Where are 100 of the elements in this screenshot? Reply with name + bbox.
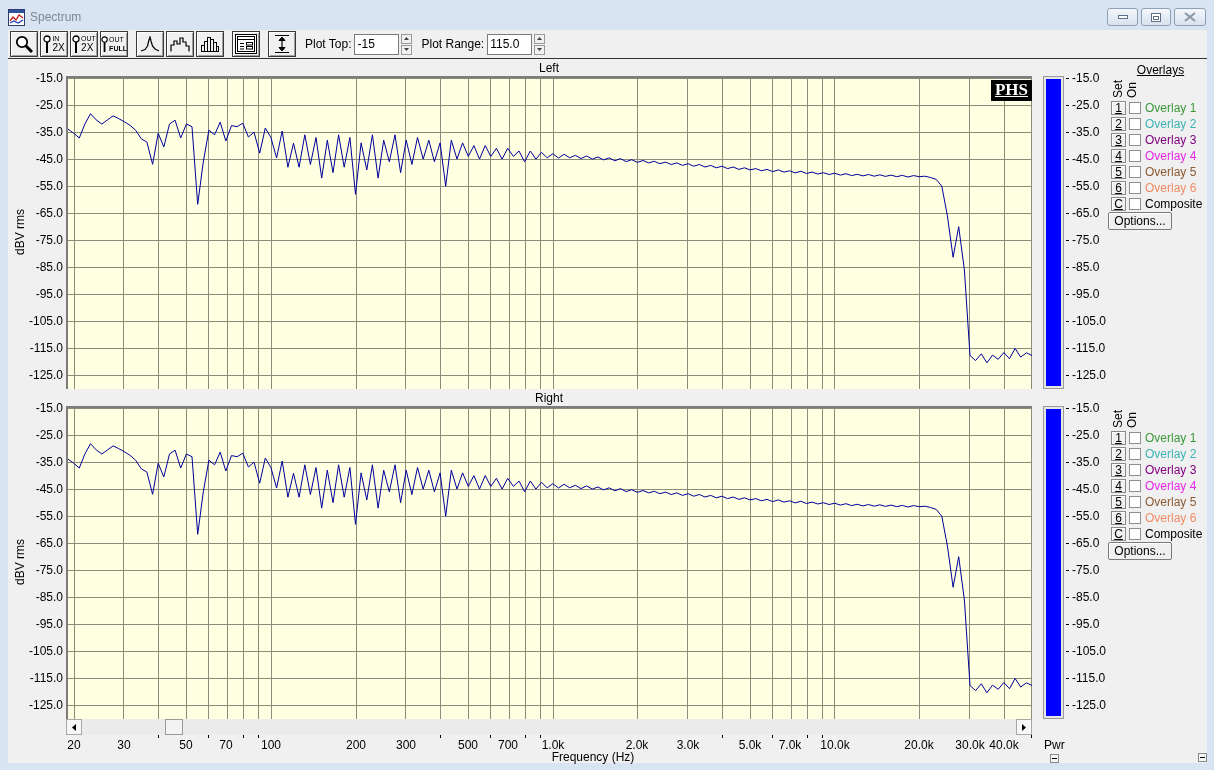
range-icon [273,34,291,54]
zoom-button[interactable] [10,31,38,57]
meter-scale-label: -35.0 [1066,456,1100,469]
set-button[interactable]: 1 [1111,431,1126,445]
set-button[interactable]: C [1111,527,1126,541]
overlay-label: Overlay 3 [1145,133,1197,147]
maximize-button[interactable] [1141,8,1171,26]
minimize-button[interactable] [1107,8,1138,26]
meter-label: Pwr [1043,739,1065,751]
axis-label: dBV rms [13,539,27,586]
spin-down-button[interactable] [401,44,413,55]
axis-tick-label: 1.0k [541,739,565,751]
meter-scale-label: -105.0 [1066,315,1107,328]
set-button[interactable]: C [1111,197,1126,211]
panel-button[interactable] [232,31,260,57]
axis-tick-label: -125.0 [28,369,63,382]
meter-scale-label: -35.0 [1066,126,1100,139]
axis-tick-label: -115.0 [29,672,63,685]
meter-scale-label: -65.0 [1066,207,1100,220]
set-button[interactable]: 4 [1111,149,1126,163]
meter-scale-label: -115.0 [1066,342,1106,355]
meter-scale-label: -95.0 [1066,288,1100,301]
checkbox[interactable] [1129,166,1141,178]
checkbox[interactable] [1129,198,1141,210]
set-button[interactable]: 3 [1111,463,1126,477]
collapse-button[interactable] [1050,754,1059,763]
checkbox[interactable] [1129,432,1141,444]
chart-title: Right [535,391,563,404]
set-button[interactable]: 4 [1111,479,1126,493]
meter-scale-label: -15.0 [1066,72,1100,84]
checkbox[interactable] [1129,480,1141,492]
scrollbar[interactable] [66,719,1032,735]
overlay-label: Overlay 6 [1145,511,1197,525]
number-field[interactable]: 115.0 [487,33,533,55]
meter-scale-label: -45.0 [1066,153,1100,166]
axis-tick-label: 70 [219,739,233,751]
column-header: On [1126,82,1139,98]
spin-up-button[interactable] [401,33,413,44]
checkbox[interactable] [1129,118,1141,130]
checkbox[interactable] [1129,512,1141,524]
axis-tick-label: -75.0 [35,564,63,577]
line-graph-button[interactable] [136,31,164,57]
axis-tick-label: 5.0k [738,739,762,751]
bar-graph-button[interactable] [196,31,224,57]
set-button[interactable]: 1 [1111,101,1126,115]
scroll-right-button[interactable] [1016,719,1032,735]
overlay-label: Overlay 4 [1145,479,1197,493]
set-button[interactable]: 5 [1111,165,1126,179]
maximize-icon [1151,12,1161,22]
step-graph-button[interactable] [166,31,194,57]
window-title: Spectrum [30,10,82,24]
set-button[interactable]: 3 [1111,133,1126,147]
axis-tick-label: -75.0 [35,234,63,247]
set-button[interactable]: 6 [1111,181,1126,195]
scroll-left-button[interactable] [66,719,82,735]
meter-scale-label: -25.0 [1066,99,1100,112]
scroll-thumb[interactable] [165,719,183,735]
axis-tick-label: -35.0 [35,126,63,139]
checkbox[interactable] [1129,496,1141,508]
axis-tick-label: -35.0 [35,456,63,469]
axis-tick-label: 700 [498,739,518,751]
options-button[interactable]: Options... [1108,212,1172,230]
number-field[interactable]: -15 [354,33,400,55]
panel-icon [235,34,257,54]
axis-tick-label: 200 [346,739,366,751]
checkbox[interactable] [1129,134,1141,146]
overlay-label: Overlay 4 [1145,149,1197,163]
field-label: Plot Top: [305,37,352,51]
chart-icon [8,8,25,26]
checkbox[interactable] [1129,150,1141,162]
checkbox[interactable] [1129,528,1141,540]
checkbox[interactable] [1129,448,1141,460]
axis-tick-label: -105.0 [28,315,63,328]
set-button[interactable]: 5 [1111,495,1126,509]
axis-label: Frequency (Hz) [551,751,635,763]
set-button[interactable]: 2 [1111,447,1126,461]
chart-title: Left [539,61,559,74]
spin-up-button[interactable] [534,33,546,44]
logo: PHS [990,80,1032,101]
set-button[interactable]: 6 [1111,511,1126,525]
axis-tick-label: -115.0 [29,342,63,355]
meter-scale-label: -65.0 [1066,537,1100,550]
options-button[interactable]: Options... [1108,542,1172,560]
overlay-label: Overlay 5 [1145,165,1197,179]
set-button[interactable]: 2 [1111,117,1126,131]
collapse-button[interactable] [1198,753,1207,762]
minus-icon [1200,757,1205,758]
axis-tick-label: -15.0 [35,402,63,414]
axis-tick-label: -15.0 [35,72,63,84]
checkbox[interactable] [1129,464,1141,476]
range-button[interactable] [268,31,296,57]
checkbox[interactable] [1129,102,1141,114]
spin-down-button[interactable] [534,44,546,55]
checkbox[interactable] [1129,182,1141,194]
meter-scale-label: -15.0 [1066,402,1100,414]
overlay-label: Overlay 2 [1145,447,1197,461]
axis-label: dBV rms [13,209,27,256]
caret-down-icon [404,48,410,51]
axis-tick-label: -25.0 [35,429,63,442]
close-button[interactable] [1174,8,1206,26]
